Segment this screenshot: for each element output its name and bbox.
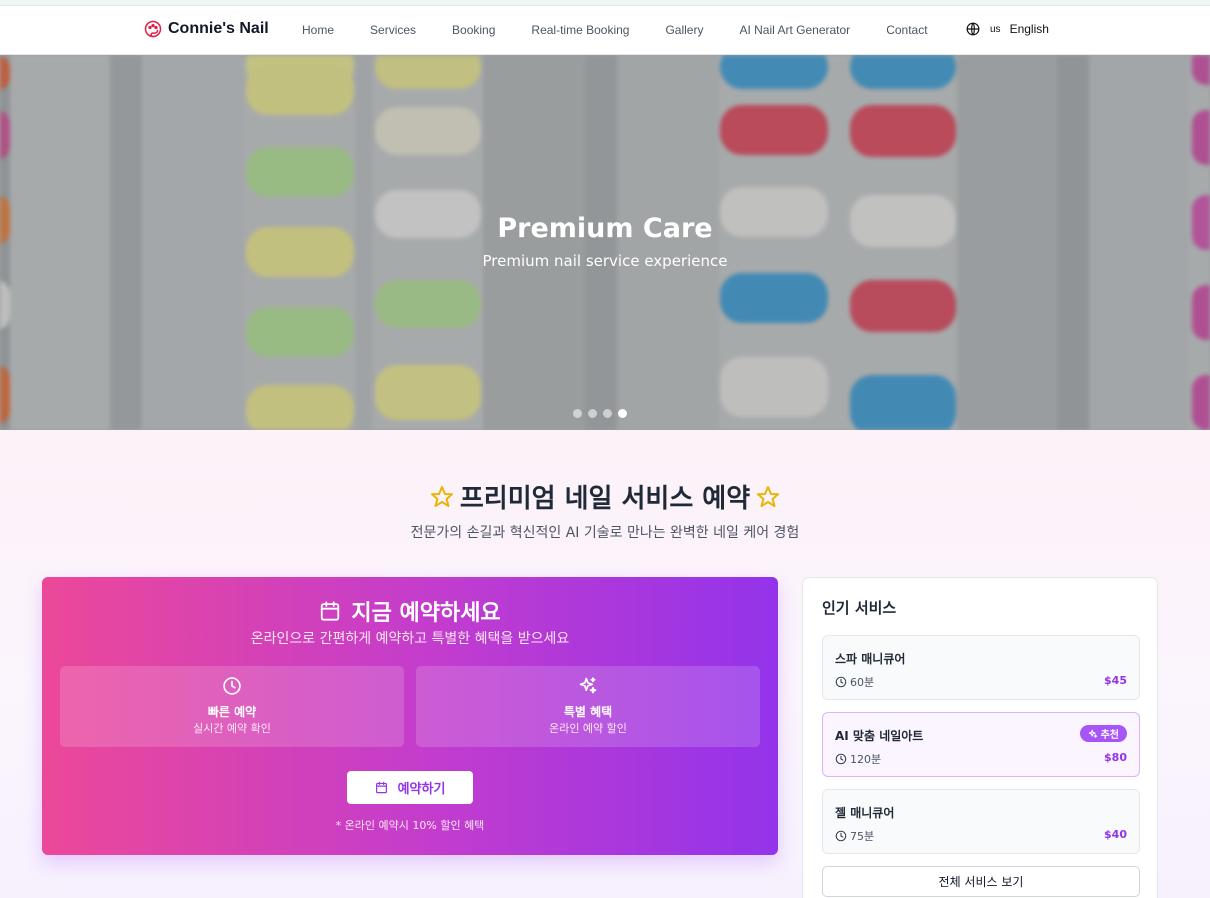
carousel-dot-2[interactable] (588, 409, 597, 418)
popular-services-panel: 인기 서비스 스파 매니큐어 60분 $45 AI 맞춤 네일아트 추천 120… (802, 577, 1158, 898)
feature-title: 빠른 예약 (207, 705, 257, 719)
nav-services[interactable]: Services (370, 23, 416, 37)
service-duration-text: 75분 (850, 830, 875, 843)
service-card[interactable]: 젤 매니큐어 75분 $40 (822, 789, 1140, 854)
site-header: Connie's Nail Home Services Booking Real… (0, 6, 1210, 55)
popular-services-title: 인기 서비스 (822, 599, 897, 617)
star-icon (430, 485, 453, 507)
language-name: English (1009, 22, 1049, 36)
carousel-dot-1[interactable] (573, 409, 582, 418)
main-nav: Home Services Booking Real-time Booking … (302, 23, 964, 37)
feature-fast-booking: 빠른 예약 실시간 예약 확인 (60, 666, 404, 747)
brand-logo[interactable]: Connie's Nail (144, 20, 269, 38)
feature-desc: 실시간 예약 확인 (193, 722, 271, 735)
carousel-dot-4[interactable] (618, 409, 627, 418)
book-now-button[interactable]: 예약하기 (347, 771, 473, 804)
service-price: $80 (1104, 751, 1127, 764)
service-duration: 60분 (835, 674, 874, 690)
clock-icon (835, 753, 847, 765)
language-code: us (990, 23, 1001, 35)
feature-desc: 온라인 예약 할인 (549, 722, 627, 735)
booking-section: 프리미엄 네일 서비스 예약 전문가의 손길과 혁신적인 AI 기술로 만나는 … (0, 430, 1210, 898)
carousel-dot-3[interactable] (603, 409, 612, 418)
section-title: 프리미엄 네일 서비스 예약 (459, 484, 751, 514)
nav-gallery[interactable]: Gallery (665, 23, 703, 37)
clock-icon (835, 676, 847, 688)
hero-subtitle: Premium nail service experience (482, 252, 728, 270)
feature-title: 특별 혜택 (563, 705, 613, 719)
palette-icon (144, 20, 162, 38)
feature-special-benefit: 특별 혜택 온라인 예약 할인 (416, 666, 760, 747)
service-name: AI 맞춤 네일아트 (835, 729, 924, 743)
service-price: $40 (1104, 828, 1127, 841)
view-all-services-button[interactable]: 전체 서비스 보기 (822, 866, 1140, 897)
star-icon (757, 485, 780, 507)
globe-icon (966, 22, 980, 36)
nav-ai-nail-art[interactable]: AI Nail Art Generator (739, 23, 850, 37)
service-duration-text: 60분 (850, 676, 875, 689)
calendar-icon (321, 601, 340, 621)
nav-contact[interactable]: Contact (886, 23, 927, 37)
service-card-featured[interactable]: AI 맞춤 네일아트 추천 120분 $80 (822, 712, 1140, 777)
badge-label: 추천 (1100, 730, 1119, 741)
booking-card-heading: 지금 예약하세요 (42, 595, 778, 627)
section-heading: 프리미엄 네일 서비스 예약 (0, 478, 1210, 515)
hero-title: Premium Care (497, 213, 713, 244)
service-price: $45 (1104, 674, 1127, 687)
clock-icon (223, 677, 241, 695)
nav-realtime-booking[interactable]: Real-time Booking (531, 23, 629, 37)
service-card[interactable]: 스파 매니큐어 60분 $45 (822, 635, 1140, 700)
hero-carousel: Premium Care Premium nail service experi… (0, 55, 1210, 430)
service-duration-text: 120분 (850, 753, 882, 766)
language-selector[interactable]: us English (966, 22, 1049, 36)
service-duration: 75분 (835, 828, 874, 844)
booking-card: 지금 예약하세요 온라인으로 간편하게 예약하고 특별한 혜택을 받으세요 빠른… (42, 577, 778, 855)
carousel-dots (573, 409, 627, 418)
calendar-icon (375, 781, 387, 794)
sparkles-icon (1088, 729, 1097, 738)
book-now-label: 예약하기 (397, 782, 446, 797)
booking-subtitle: 온라인으로 간편하게 예약하고 특별한 혜택을 받으세요 (250, 631, 570, 647)
recommend-badge: 추천 (1079, 725, 1127, 742)
nav-home[interactable]: Home (302, 23, 334, 37)
section-subtitle: 전문가의 손길과 혁신적인 AI 기술로 만나는 완벽한 네일 케어 경험 (410, 525, 800, 541)
clock-icon (835, 830, 847, 842)
service-name: 스파 매니큐어 (835, 652, 906, 666)
brand-name: Connie's Nail (168, 20, 269, 37)
booking-title: 지금 예약하세요 (351, 601, 501, 626)
nav-booking[interactable]: Booking (452, 23, 495, 37)
discount-note: * 온라인 예약시 10% 할인 혜택 (335, 819, 485, 832)
service-duration: 120분 (835, 751, 881, 767)
sparkles-icon (579, 677, 597, 694)
service-name: 젤 매니큐어 (835, 806, 895, 820)
